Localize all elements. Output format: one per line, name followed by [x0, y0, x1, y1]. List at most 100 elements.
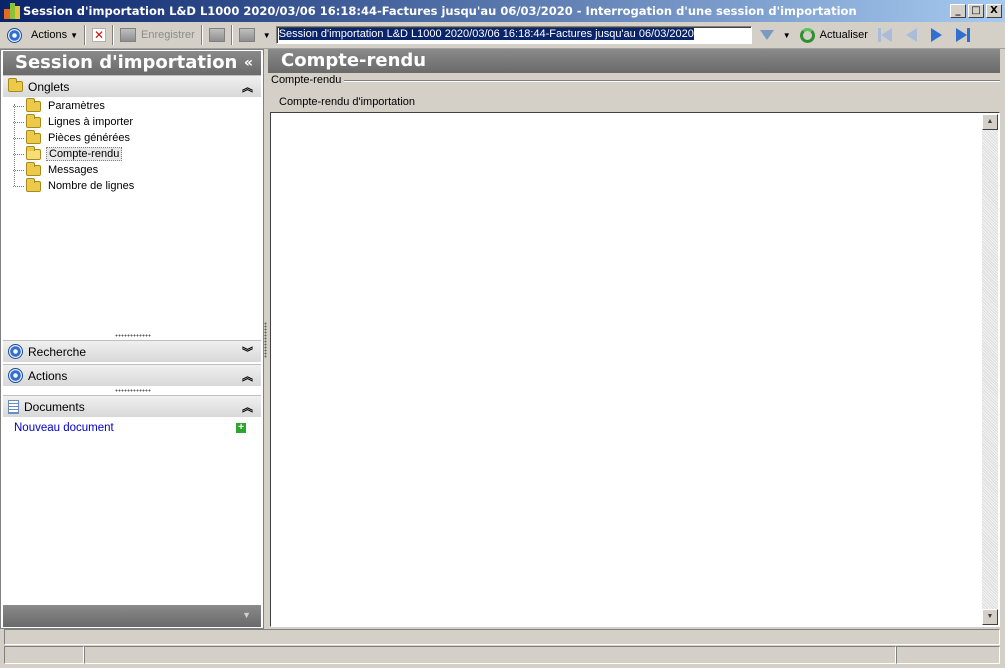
vertical-splitter[interactable]	[264, 322, 267, 358]
actions-circle-icon	[8, 368, 23, 383]
sync-icon	[208, 28, 225, 42]
status-cell	[4, 646, 84, 664]
app-logo-icon	[4, 3, 20, 19]
collapse-panel-icon[interactable]: «	[244, 51, 253, 75]
toolbar-separator	[112, 25, 114, 45]
minimize-button[interactable]: _	[950, 4, 966, 18]
scroll-down-button[interactable]: ▼	[982, 609, 998, 625]
folder-icon	[26, 129, 41, 144]
delete-button[interactable]: ✕	[89, 24, 109, 46]
tree-item-pieces-generees[interactable]: Pièces générées	[4, 129, 260, 146]
folder-icon	[26, 161, 41, 176]
refresh-button[interactable]: Actualiser	[797, 24, 871, 46]
onglets-section-header[interactable]: Onglets ︽	[3, 75, 261, 97]
documents-section-header[interactable]: Documents ︽	[3, 395, 261, 417]
status-cell	[896, 646, 1000, 664]
chevron-down-double-icon[interactable]: ︾	[242, 344, 253, 360]
folder-icon	[26, 177, 41, 192]
vertical-scrollbar[interactable]: ▲ ▼	[982, 114, 998, 625]
tree-item-label: Compte-rendu	[46, 147, 123, 161]
folder-icon	[8, 78, 23, 92]
actions-menu-button[interactable]: Actions ▼	[25, 24, 81, 46]
navigation-panel: Session d'importation ... « Onglets ︽ Pa…	[0, 49, 264, 629]
last-record-button[interactable]	[949, 24, 973, 46]
folder-icon	[26, 113, 41, 128]
add-icon[interactable]: +	[236, 423, 246, 433]
tree-item-label: Messages	[48, 164, 99, 176]
folder-icon	[26, 97, 41, 112]
group-label: Compte-rendu	[271, 74, 345, 86]
search-circle-icon	[8, 344, 23, 359]
content-title: Compte-rendu	[268, 49, 1000, 73]
record-search-input[interactable]: Session d'importation L&D L1000 2020/03/…	[275, 26, 752, 44]
window-title: Session d'importation L&D L1000 2020/03/…	[23, 4, 857, 18]
last-arrow-icon	[955, 28, 967, 42]
delete-icon: ✕	[92, 28, 106, 42]
previous-record-button[interactable]	[899, 24, 924, 46]
sync-button[interactable]	[206, 24, 228, 46]
tree-item-compte-rendu[interactable]: Compte-rendu	[4, 145, 260, 162]
tree-item-messages[interactable]: Messages	[4, 161, 260, 178]
record-search-value: Session d'importation L&D L1000 2020/03/…	[278, 28, 694, 40]
scroll-up-button[interactable]: ▲	[982, 114, 998, 130]
tree-item-label: Nombre de lignes	[48, 180, 135, 192]
navigation-panel-title: Session d'importation ... «	[3, 51, 261, 97]
home-circle-icon	[7, 27, 22, 43]
actions-menu-label: Actions	[31, 29, 68, 41]
actions-section-header[interactable]: Actions ︽	[3, 364, 261, 386]
tree-item-label: Lignes à importer	[48, 116, 133, 128]
close-button[interactable]: X	[986, 4, 1002, 18]
toolbar-separator	[84, 25, 86, 45]
filter-dropdown-chevron-icon[interactable]: ▼	[783, 31, 791, 40]
save-button[interactable]: Enregistrer	[117, 24, 198, 46]
recherche-label: Recherche	[28, 344, 87, 359]
open-folder-icon	[26, 145, 41, 160]
report-label: Compte-rendu d'importation	[279, 96, 416, 108]
maximize-button[interactable]: □	[968, 4, 984, 18]
recherche-section-header[interactable]: Recherche ︾	[3, 340, 261, 362]
last-bar-icon	[966, 28, 970, 42]
filter-icon[interactable]	[759, 30, 774, 40]
first-arrow-icon	[880, 28, 892, 42]
onglets-label: Onglets	[28, 79, 70, 94]
refresh-icon	[799, 27, 815, 43]
group-divider	[343, 80, 1000, 82]
splitter-grip[interactable]	[115, 334, 151, 337]
panel-footer-bar: ▼	[3, 605, 261, 627]
tree-item-label: Paramètres	[48, 100, 105, 112]
documents-label: Documents	[24, 399, 85, 414]
toolbar: Actions ▼ ✕ Enregistrer ▼ Session d'impo…	[0, 22, 1005, 49]
chevron-up-double-icon[interactable]: ︽	[242, 368, 253, 384]
chevron-down-icon[interactable]: ▼	[263, 31, 271, 40]
save-icon	[120, 28, 136, 42]
tree-item-lignes-a-importer[interactable]: Lignes à importer	[4, 113, 260, 130]
next-arrow-icon	[930, 28, 942, 42]
save-label: Enregistrer	[141, 29, 195, 41]
previous-arrow-icon	[905, 28, 917, 42]
status-line	[4, 629, 1000, 645]
refresh-label: Actualiser	[819, 29, 868, 41]
window-title-bar[interactable]: Session d'importation L&D L1000 2020/03/…	[0, 0, 1005, 22]
chevron-up-double-icon[interactable]: ︽	[242, 79, 253, 95]
new-document-link[interactable]: Nouveau document	[14, 422, 114, 434]
print-button[interactable]: ▼	[236, 24, 274, 46]
status-cell	[84, 646, 896, 664]
tree-item-label: Pièces générées	[48, 132, 130, 144]
toolbar-separator	[200, 25, 203, 45]
document-icon	[8, 399, 19, 414]
splitter-grip[interactable]	[115, 389, 151, 392]
tabs-tree: Paramètres Lignes à importer Pièces géné…	[4, 97, 260, 194]
report-textarea[interactable]: ▲ ▼	[270, 112, 1000, 627]
printer-icon	[238, 28, 255, 42]
chevron-up-double-icon[interactable]: ︽	[242, 399, 253, 415]
tree-item-nombre-de-lignes[interactable]: Nombre de lignes	[4, 177, 260, 194]
tree-item-parametres[interactable]: Paramètres	[4, 97, 260, 114]
toolbar-separator	[230, 25, 233, 45]
next-record-button[interactable]	[924, 24, 949, 46]
chevron-down-icon: ▼	[70, 30, 78, 40]
home-button[interactable]	[4, 24, 25, 46]
chevron-down-icon[interactable]: ▼	[242, 610, 251, 620]
actions-label: Actions	[28, 368, 68, 383]
first-record-button[interactable]	[875, 24, 899, 46]
status-bar	[4, 646, 1000, 664]
